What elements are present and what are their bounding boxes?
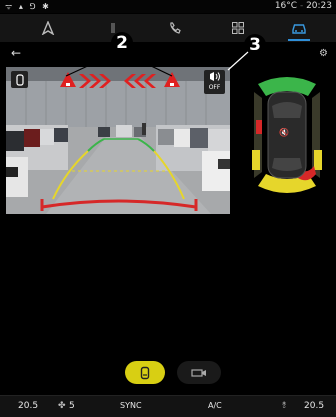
vehicle-icon[interactable]: [286, 17, 312, 39]
main-nav-bar: [0, 14, 336, 42]
callout-leader-line: [227, 51, 249, 71]
back-button[interactable]: ←: [11, 46, 21, 60]
sensor-icon: [210, 72, 220, 81]
settings-gear-icon[interactable]: ⚙: [319, 48, 328, 59]
status-icons: ᯤ ▴ ⅁ ✱: [5, 2, 51, 11]
rear-camera-view: OFF: [6, 67, 230, 214]
mute-icon[interactable]: 🔇: [279, 128, 289, 137]
sync-button[interactable]: SYNC: [120, 401, 142, 410]
audible-alert-off-button[interactable]: OFF: [204, 70, 225, 94]
climate-bar: 20.5 ✤ 5 SYNC A/C ⥉ 20.5: [0, 395, 336, 417]
off-label: OFF: [208, 84, 221, 91]
fan-level[interactable]: 5: [69, 401, 75, 411]
rear-camera-icon: [140, 366, 150, 379]
active-tab-indicator: [288, 39, 310, 41]
camera-icon: [191, 368, 206, 377]
fan-icon[interactable]: ✤: [58, 401, 66, 411]
outside-temperature: 16°C: [274, 1, 298, 11]
seat-heat-icon[interactable]: ⥉: [282, 401, 286, 411]
right-temperature[interactable]: 20.5: [304, 401, 324, 411]
phone-icon[interactable]: [162, 17, 188, 39]
rear-camera-view-button[interactable]: [125, 361, 165, 384]
status-bar: ᯤ ▴ ⅁ ✱ 16°C - 20:23: [0, 0, 336, 13]
infotainment-screen: ᯤ ▴ ⅁ ✱ 16°C - 20:23 ← ⚙ OFF 2 3 🔇 20.5 …: [0, 0, 336, 417]
navigation-icon[interactable]: [35, 17, 61, 39]
ac-button[interactable]: A/C: [208, 401, 222, 410]
camera-view-button[interactable]: [177, 361, 221, 384]
left-temperature[interactable]: 20.5: [18, 401, 38, 411]
clock: 20:23: [306, 1, 332, 11]
rear-view-mode-icon[interactable]: [11, 71, 28, 88]
callout-leader-lines: [65, 51, 173, 77]
parking-sensor-overhead-view: 🔇: [250, 70, 324, 200]
